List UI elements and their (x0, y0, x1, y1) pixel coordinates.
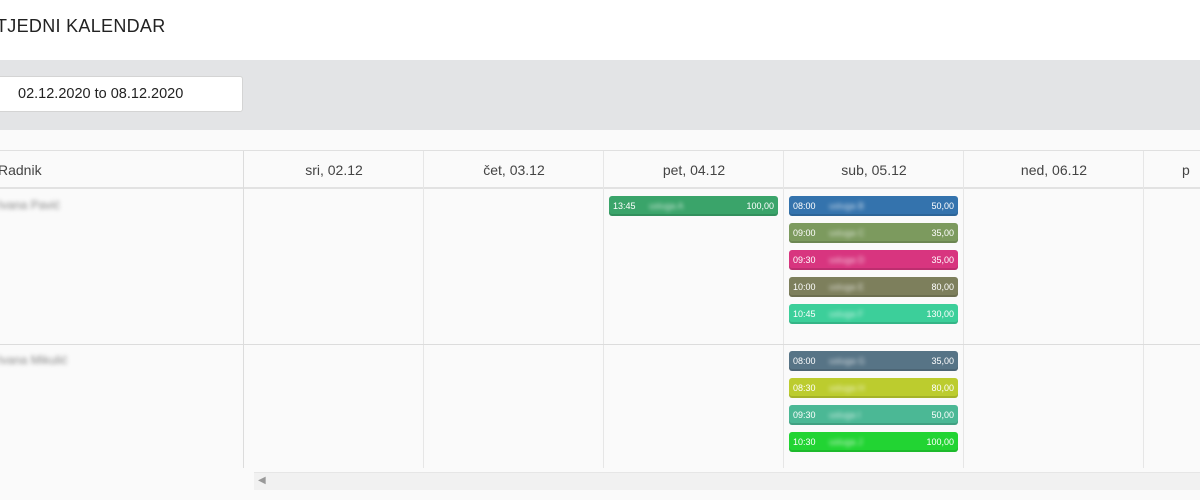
calendar-event[interactable]: 13:45 usluga A 100,00 (609, 196, 778, 216)
event-description: usluga A (649, 201, 684, 211)
event-description: usluga F (829, 309, 864, 319)
horizontal-scrollbar[interactable]: ◀ (254, 472, 1200, 490)
calendar-event[interactable]: 10:00 usluga E 80,00 (789, 277, 958, 297)
event-description: usluga C (829, 228, 865, 238)
event-amount: 35,00 (931, 228, 954, 238)
worker-name[interactable]: Ivana Pavić (0, 198, 60, 212)
title-bar: TJEDNI KALENDAR (0, 0, 1200, 58)
event-description: usluga J (829, 437, 863, 447)
calendar-event[interactable]: 08:00 usluga G 35,00 (789, 351, 958, 371)
event-description: usluga D (829, 255, 865, 265)
event-time: 08:30 (793, 383, 816, 393)
calendar-event[interactable]: 09:30 usluga I 50,00 (789, 405, 958, 425)
event-description: usluga G (829, 356, 866, 366)
event-time: 08:00 (793, 201, 816, 211)
event-time: 08:00 (793, 356, 816, 366)
event-amount: 100,00 (926, 437, 954, 447)
event-time: 10:30 (793, 437, 816, 447)
day-header: p (1182, 162, 1190, 178)
calendar-area: Radnik sri, 02.12 čet, 03.12 pet, 04.12 … (0, 130, 1200, 500)
scroll-left-icon[interactable]: ◀ (258, 475, 266, 486)
worker-name[interactable]: Ivana Mikulić (0, 353, 67, 367)
worker-row: Ivana Pavić (0, 190, 1200, 345)
event-description: usluga B (829, 201, 865, 211)
event-time: 09:30 (793, 255, 816, 265)
calendar-event[interactable]: 08:30 usluga H 80,00 (789, 378, 958, 398)
event-amount: 50,00 (931, 201, 954, 211)
event-description: usluga I (829, 410, 861, 420)
event-amount: 50,00 (931, 410, 954, 420)
event-description: usluga E (829, 282, 865, 292)
event-amount: 80,00 (931, 383, 954, 393)
date-range-picker[interactable]: 02.12.2020 to 08.12.2020 (0, 76, 243, 112)
toolbar: 02.12.2020 to 08.12.2020 (0, 60, 1200, 130)
calendar-event[interactable]: 10:45 usluga F 130,00 (789, 304, 958, 324)
event-description: usluga H (829, 383, 865, 393)
event-time: 09:30 (793, 410, 816, 420)
event-time: 10:00 (793, 282, 816, 292)
event-amount: 100,00 (746, 201, 774, 211)
event-amount: 130,00 (926, 309, 954, 319)
worker-row: Ivana Mikulić (0, 345, 1200, 469)
event-amount: 80,00 (931, 282, 954, 292)
event-time: 09:00 (793, 228, 816, 238)
event-time: 10:45 (793, 309, 816, 319)
page-title: TJEDNI KALENDAR (0, 16, 166, 36)
calendar-grid: Radnik sri, 02.12 čet, 03.12 pet, 04.12 … (0, 150, 1200, 468)
event-amount: 35,00 (931, 356, 954, 366)
calendar-event[interactable]: 09:30 usluga D 35,00 (789, 250, 958, 270)
calendar-event[interactable]: 08:00 usluga B 50,00 (789, 196, 958, 216)
event-amount: 35,00 (931, 255, 954, 265)
calendar-event[interactable]: 10:30 usluga J 100,00 (789, 432, 958, 452)
calendar-event[interactable]: 09:00 usluga C 35,00 (789, 223, 958, 243)
event-time: 13:45 (613, 201, 636, 211)
